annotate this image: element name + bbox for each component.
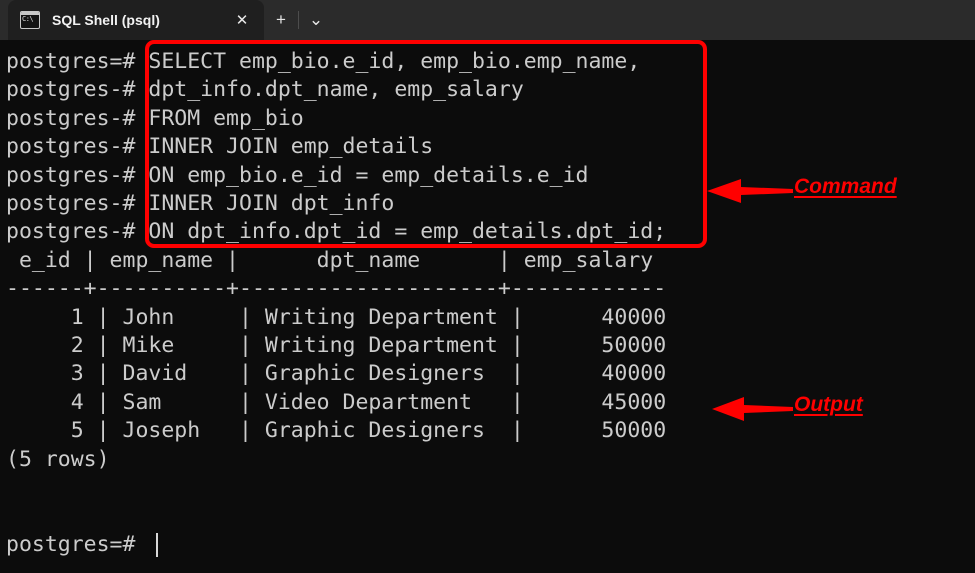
- tab-bar-left-spacer: [0, 0, 8, 40]
- new-tab-button[interactable]: +: [264, 0, 298, 40]
- output-arrow-icon: [712, 395, 793, 423]
- command-prompt-icon: [20, 11, 40, 29]
- chevron-down-icon[interactable]: ⌄: [299, 0, 333, 40]
- tab-title: SQL Shell (psql): [52, 12, 226, 28]
- tab-sql-shell[interactable]: SQL Shell (psql) ✕: [8, 0, 264, 40]
- output-callout-label: Output: [794, 393, 863, 417]
- command-arrow-icon: [707, 177, 793, 205]
- close-icon[interactable]: ✕: [226, 6, 258, 34]
- tab-bar: SQL Shell (psql) ✕ + ⌄: [0, 0, 975, 40]
- text-cursor: [156, 533, 158, 557]
- terminal-surface[interactable]: postgres=# SELECT emp_bio.e_id, emp_bio.…: [0, 40, 975, 573]
- command-callout-label: Command: [794, 175, 897, 199]
- console-output: postgres=# SELECT emp_bio.e_id, emp_bio.…: [6, 48, 666, 559]
